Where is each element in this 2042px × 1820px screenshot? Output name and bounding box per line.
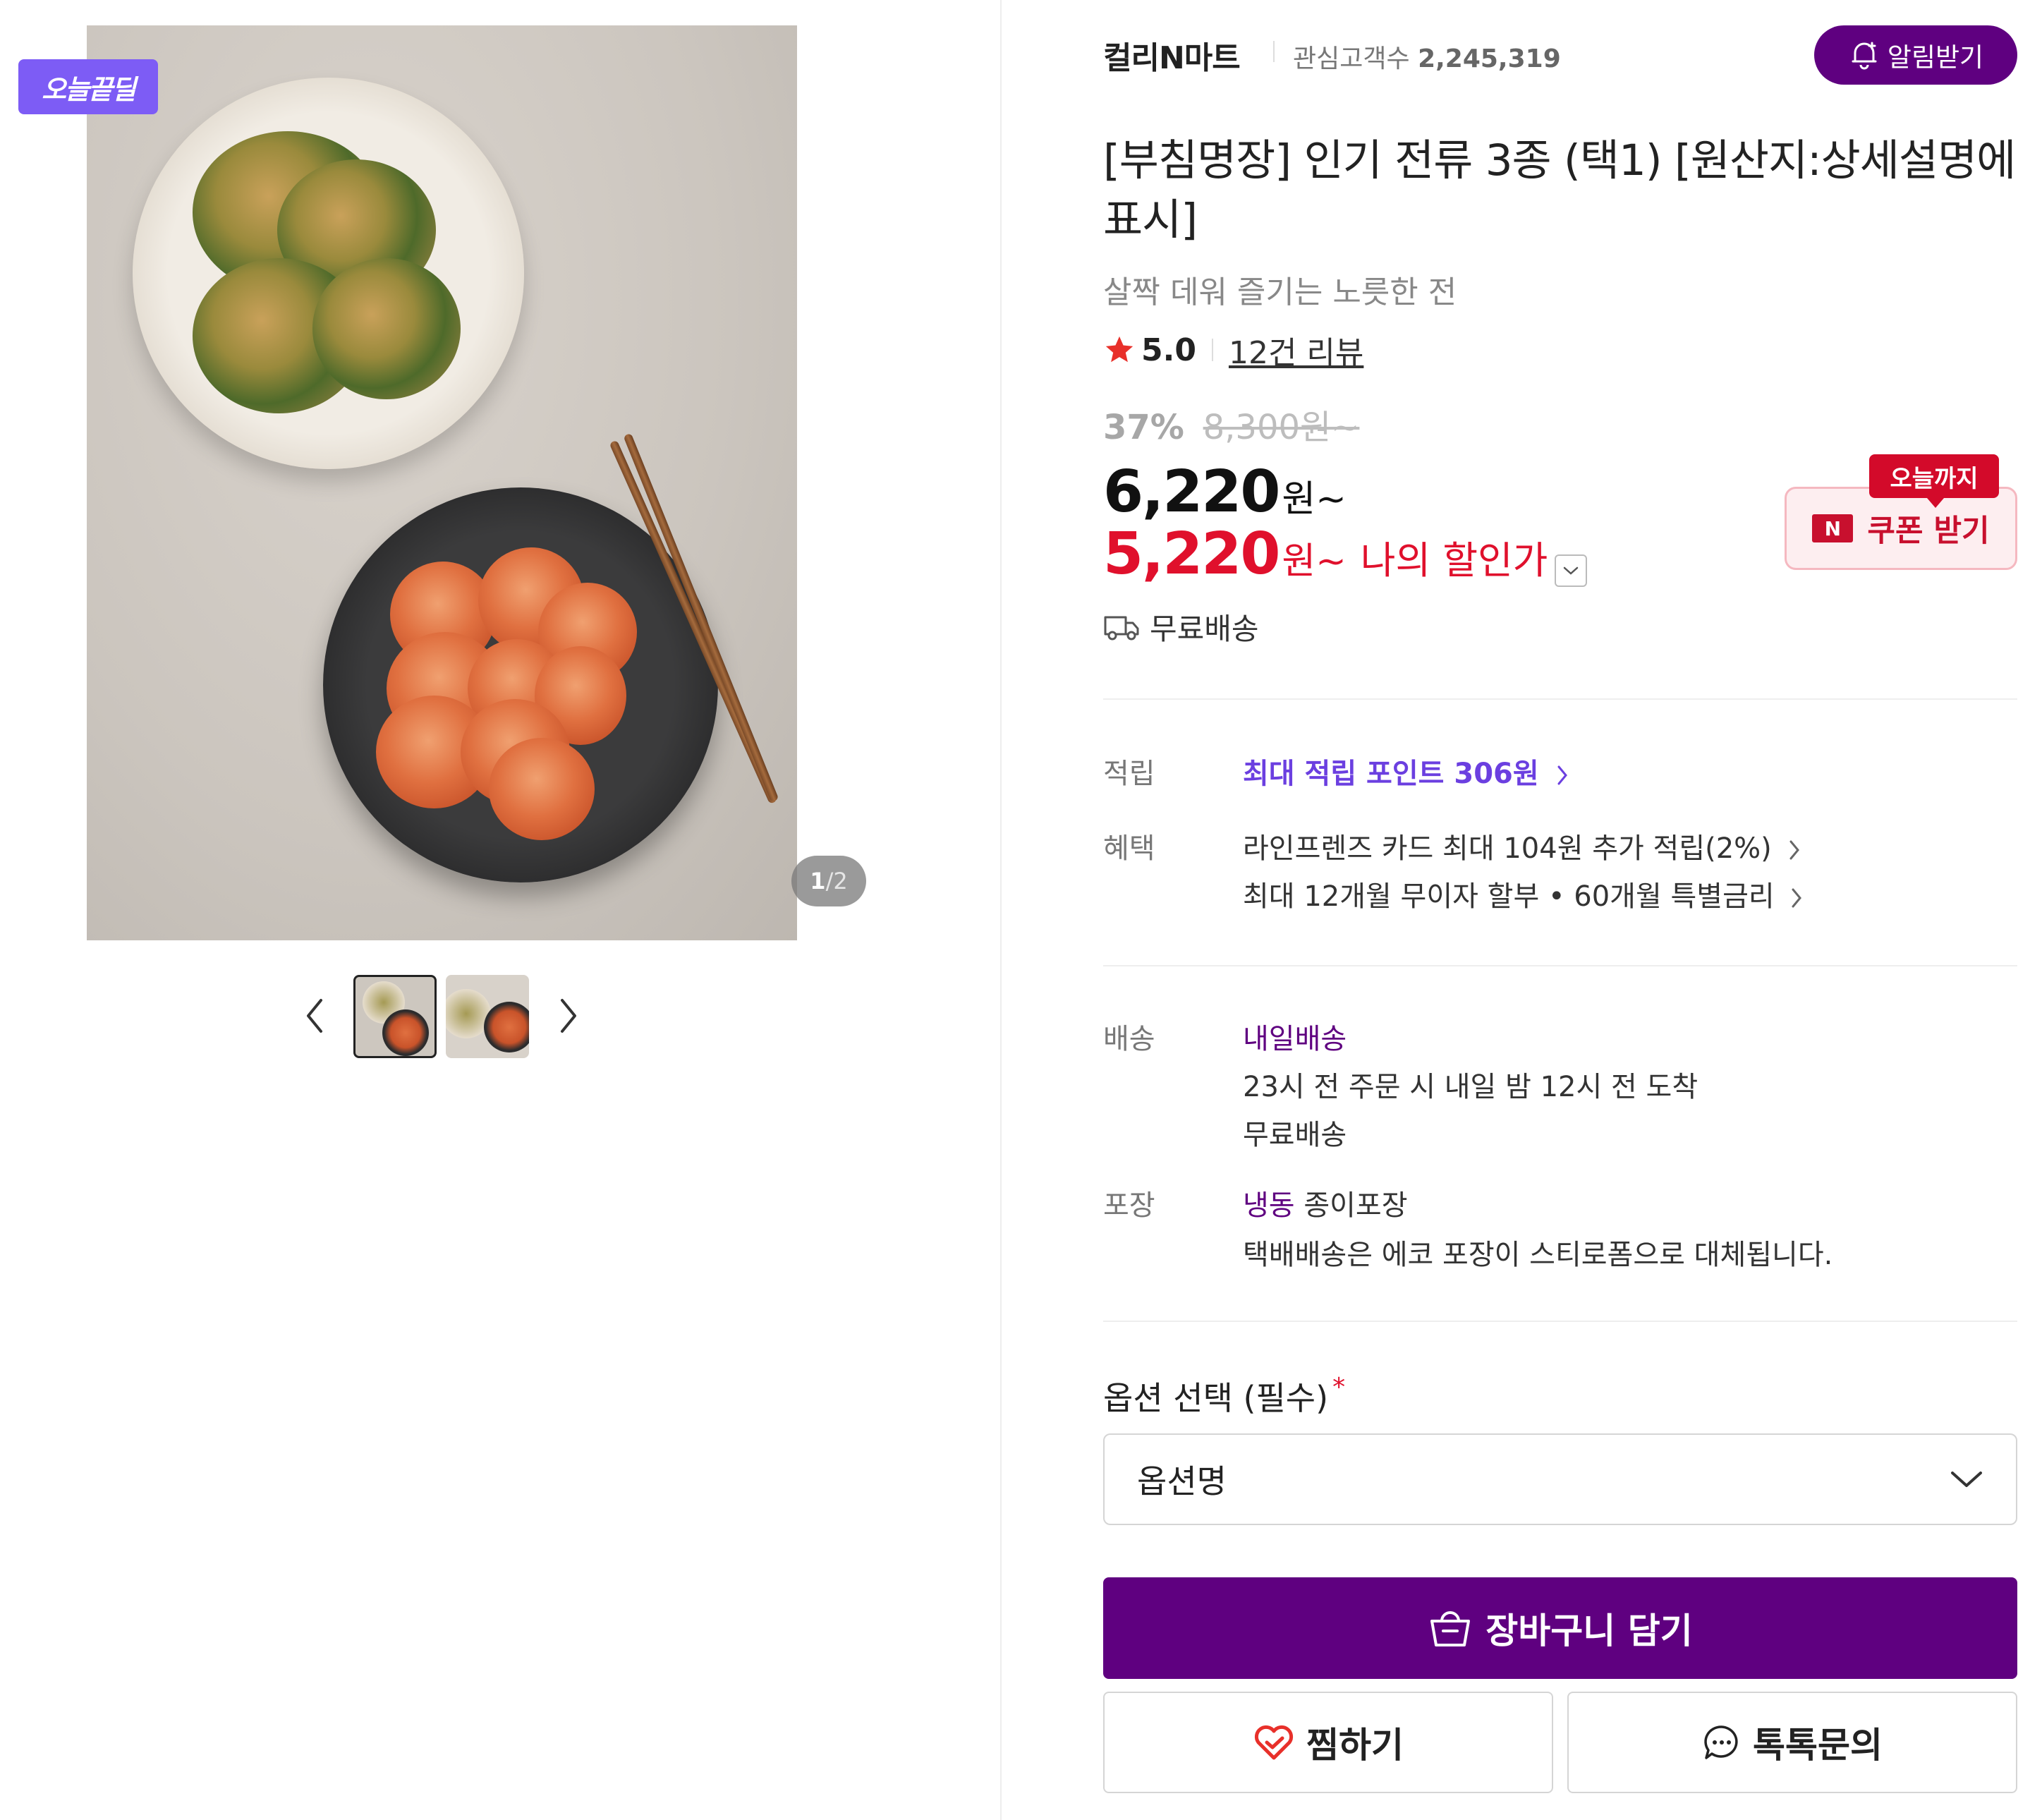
chevron-right-icon [561, 999, 576, 1033]
talk-button-label: 톡톡문의 [1753, 1725, 1883, 1766]
add-to-cart-button[interactable]: 장바구니 담기 [1103, 1577, 2017, 1679]
option-select[interactable]: 옵션명 [1103, 1433, 2017, 1525]
my-price-value: 5,220 [1103, 521, 1280, 588]
thumb-plate [382, 1009, 429, 1056]
points-link[interactable]: 최대 적립 포인트 306원 [1243, 751, 1569, 791]
next-image-button[interactable] [552, 995, 585, 1037]
follower-count: 관심고객수 2,245,319 [1293, 38, 1561, 75]
package-temp: 냉동 [1243, 1189, 1295, 1222]
image-counter-current: 1 [810, 868, 826, 894]
image-counter: 1/2 [791, 856, 866, 906]
chevron-down-icon [1564, 566, 1579, 575]
section-divider [1103, 698, 2017, 700]
chevron-down-icon [1951, 1472, 1982, 1487]
chevron-left-icon [307, 999, 322, 1033]
wishlist-button[interactable]: 찜하기 [1103, 1692, 1553, 1793]
benefit-key: 혜택 [1103, 832, 1155, 865]
divider [1211, 339, 1213, 361]
chat-bubble-icon [1704, 1725, 1738, 1759]
delivery-time: 23시 전 주문 시 내일 밤 12시 전 도착 [1243, 1071, 1698, 1103]
alert-button-label: 알림받기 [1887, 42, 1984, 73]
sale-price-value: 6,220 [1103, 459, 1280, 526]
my-price-label: 나의 할인가 [1360, 538, 1548, 583]
shipping-label: 무료배송 [1150, 612, 1259, 646]
red-pancake [489, 738, 595, 840]
bell-plus-icon [1852, 42, 1877, 70]
discount-row: 37% 8,300원~ [1103, 399, 1359, 449]
coupon-button[interactable]: N 쿠폰 받기 [1785, 487, 2017, 570]
benefit-installment-link[interactable]: 최대 12개월 무이자 할부 • 60개월 특별금리 [1243, 873, 1803, 914]
coupon-button-label: 쿠폰 받기 [1867, 514, 1990, 549]
benefit-card-text: 라인프렌즈 카드 최대 104원 추가 적립(2%) [1243, 832, 1772, 865]
review-link[interactable]: 12건 리뷰 [1229, 327, 1363, 372]
option-select-value: 옵션명 [1137, 1462, 1227, 1500]
shopping-basket-icon [1430, 1611, 1471, 1646]
my-price-toggle[interactable] [1555, 554, 1588, 587]
naver-coupon-icon: N [1812, 514, 1854, 542]
rating-row: 5.0 12건 리뷰 [1103, 329, 1363, 371]
divider [1273, 41, 1275, 62]
image-counter-total: /2 [825, 868, 848, 894]
cart-button-label: 장바구니 담기 [1485, 1610, 1693, 1651]
sale-price: 6,220원~ [1103, 459, 1347, 526]
rating-score: 5.0 [1141, 332, 1196, 368]
product-info: 컬리N마트 관심고객수 2,245,319 알림받기 [부침명장] 인기 전류 … [1103, 0, 2017, 1820]
section-divider [1103, 965, 2017, 966]
product-subtitle: 살짝 데워 즐기는 노릇한 전 [1103, 274, 1457, 310]
wish-button-label: 찜하기 [1306, 1725, 1404, 1766]
chevron-right-icon [1557, 765, 1567, 785]
green-pancake [312, 258, 461, 399]
thumb-plate [484, 1002, 529, 1052]
package-note: 택배배송은 에코 포장이 스티로폼으로 대체됩니다. [1243, 1239, 1833, 1271]
points-key: 적립 [1103, 758, 1155, 790]
option-label-text: 옵션 선택 (필수) [1103, 1379, 1329, 1417]
followers-number: 2,245,319 [1418, 44, 1561, 73]
thumbnail-1[interactable] [353, 975, 437, 1058]
chevron-right-icon [1789, 840, 1799, 860]
product-gallery: 오늘끝딜 1/2 [0, 0, 1002, 1820]
delivery-type: 내일배송 [1243, 1023, 1347, 1055]
option-label: 옵션 선택 (필수) * [1103, 1373, 1345, 1419]
thumbnail-2[interactable] [446, 975, 529, 1058]
product-title: [부침명장] 인기 전류 3종 (택1) [원산지:상세설명에 표시] [1103, 135, 2016, 245]
seller-name[interactable]: 컬리N마트 [1103, 32, 1241, 78]
delivery-fee: 무료배송 [1243, 1119, 1347, 1151]
followers-label: 관심고객수 [1293, 44, 1410, 73]
star-icon [1105, 336, 1134, 363]
benefit-card-link[interactable]: 라인프렌즈 카드 최대 104원 추가 적립(2%) [1243, 825, 1801, 866]
benefit-installment-text: 최대 12개월 무이자 할부 • 60개월 특별금리 [1243, 880, 1775, 913]
truck-icon [1104, 616, 1139, 640]
heart-check-icon [1254, 1725, 1294, 1760]
discount-rate: 37% [1103, 408, 1184, 447]
original-price: 8,300원~ [1203, 408, 1360, 447]
my-discount-price: 5,220원~ 나의 할인가 [1103, 521, 1588, 588]
prev-image-button[interactable] [298, 995, 331, 1037]
shipping-badge: 무료배송 [1103, 605, 1259, 648]
points-value: 최대 적립 포인트 306원 [1243, 758, 1539, 790]
delivery-key: 배송 [1103, 1023, 1155, 1055]
package-type: 냉동 종이포장 [1243, 1182, 1408, 1223]
section-divider [1103, 1321, 2017, 1322]
alert-button[interactable]: 알림받기 [1814, 25, 2017, 85]
required-mark: * [1332, 1373, 1346, 1402]
deal-badge: 오늘끝딜 [18, 59, 158, 114]
package-material: 종이포장 [1303, 1189, 1408, 1222]
talktalk-inquiry-button[interactable]: 톡톡문의 [1567, 1692, 2017, 1793]
coupon-deadline-tag: 오늘까지 [1869, 454, 1999, 508]
main-product-image[interactable] [87, 25, 797, 940]
my-price-unit: 원~ [1282, 540, 1347, 583]
chevron-right-icon [1792, 888, 1802, 908]
sale-price-unit: 원~ [1282, 478, 1347, 521]
package-key: 포장 [1103, 1189, 1155, 1222]
